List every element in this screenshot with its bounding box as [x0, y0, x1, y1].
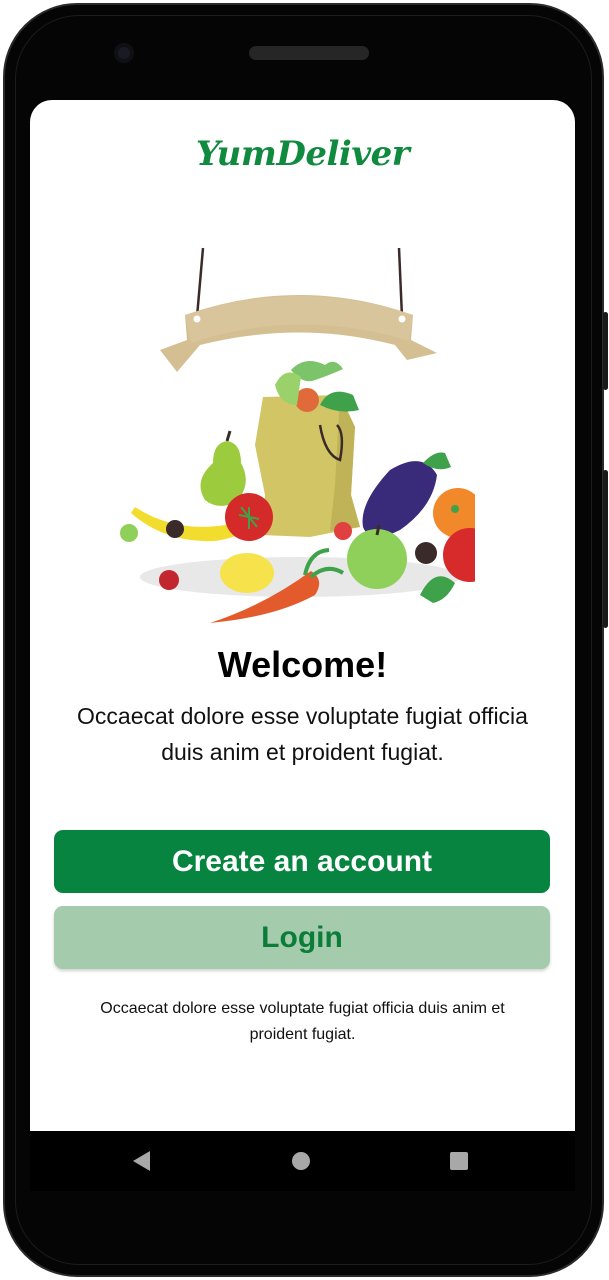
- login-button[interactable]: Login: [54, 906, 550, 969]
- app-logo: YumDeliver: [195, 134, 410, 174]
- back-triangle-icon[interactable]: [133, 1151, 150, 1171]
- welcome-title: Welcome!: [217, 644, 388, 685]
- create-account-button[interactable]: Create an account: [54, 830, 550, 893]
- footer-text: Occaecat dolore esse voluptate fugiat of…: [100, 1000, 505, 1043]
- power-button: [603, 312, 608, 390]
- system-navigation-bar: [30, 1131, 575, 1191]
- earpiece-speaker: [249, 46, 369, 60]
- front-camera: [114, 43, 134, 63]
- recent-apps-square-icon[interactable]: [450, 1152, 468, 1170]
- lemon: [220, 553, 274, 593]
- banner-string-right: [397, 247, 404, 318]
- grocery-bag-illustration: [120, 247, 475, 623]
- banner-string-left: [195, 247, 205, 318]
- welcome-subtitle: Occaecat dolore esse voluptate fugiat of…: [77, 703, 528, 765]
- apple-green: [347, 529, 407, 589]
- home-circle-icon[interactable]: [292, 1152, 310, 1170]
- volume-button: [603, 470, 608, 628]
- app-screen: YumDeliver Welcome! Occaecat dolore esse…: [30, 100, 575, 1131]
- eggplant: [362, 461, 437, 537]
